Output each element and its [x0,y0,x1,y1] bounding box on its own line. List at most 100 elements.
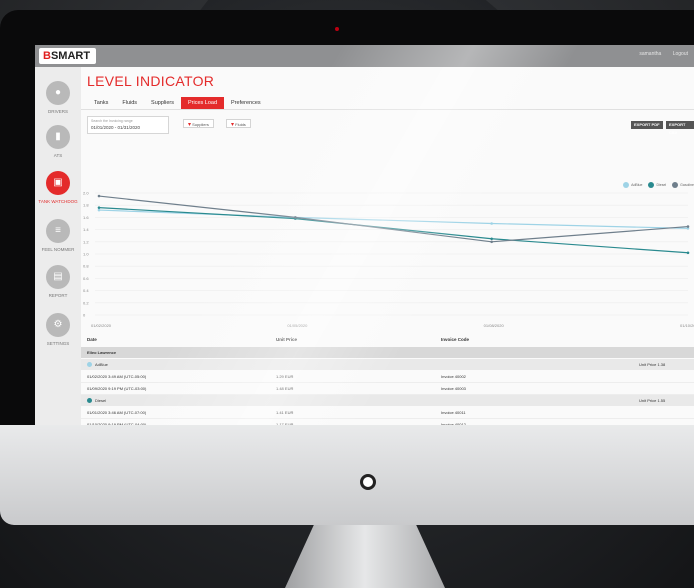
data-point[interactable] [490,237,493,241]
date-cell: 01/02/2020 3:49 AM (UTC-05:00) [87,374,147,379]
top-bar: BSMART samantha Logout [35,45,694,67]
date-cell: 01/01/2020 3:46 AM (UTC-07:00) [87,410,147,415]
filter-suppliers[interactable]: ▾ Suppliers [183,119,214,128]
series-line-diesel[interactable] [98,207,689,254]
driver-icon: ● [46,81,70,105]
y-tick-label: 1.4 [83,227,89,232]
filter-label: Fluids [235,122,246,127]
y-tick-label: 1.8 [83,203,89,208]
unit-price-cell: 1.41 EUR [276,410,294,415]
filter-label: Suppliers [192,122,209,127]
user-area: samantha Logout [629,51,688,57]
table-row[interactable]: 01/01/2020 3:46 AM (UTC-07:00) 1.41 EUR In… [81,407,694,419]
tab-tanks[interactable]: Tanks [87,97,115,109]
sidebar-item-label: TANK WATCHDOG [38,199,78,204]
data-point[interactable] [490,240,493,244]
export-csv-button[interactable]: EXPORT CSV [666,121,694,135]
sidebar-item-label: ATS [53,153,63,158]
date-range-label: Search the Invoicing range [91,119,133,123]
sidebar-item-feel-nommer[interactable]: ≡ FEEL NOMMER [35,219,81,252]
table-row[interactable]: 01/10/2020 9:19 PM (UTC-04:00) 1.17 EUR In… [81,419,694,425]
tank-icon: ▣ [46,171,70,195]
app-logo[interactable]: BSMART [39,48,97,64]
unit-price-cell: 1.29 EUR [276,374,294,379]
invoice-code-cell: Invoice 40012 [441,422,466,425]
logout-link[interactable]: Logout [673,51,688,57]
y-tick-label: 0 [83,313,86,318]
data-point[interactable] [686,225,690,228]
sidebar-item-settings[interactable]: ⚙ SETTINGS [35,313,81,346]
price-line-chart: 2.0 1.8 1.6 1.4 1.2 1.0 0.8 0.6 0.4 0.2 0 01/02/202… [83,191,694,329]
tab-divider [81,109,694,110]
x-tick-label: 01/05/2020 [287,323,308,328]
y-tick-label: 0.2 [83,300,89,305]
app-screen: BSMART samantha Logout ● DRIVERS ▮ ATS ▣… [35,45,694,425]
date-cell: 01/09/2020 9:19 PM (UTC-03:00) [87,386,147,391]
sidebar-item-ats[interactable]: ▮ ATS [35,125,81,158]
column-header-invoice-code[interactable]: Invoice Code [441,337,469,342]
table-row[interactable]: 01/09/2020 9:19 PM (UTC-03:00) 1.48 EUR In… [81,383,694,395]
export-pdf-button[interactable]: EXPORT PDF [631,121,663,129]
x-tick-label: 01/02/2020 [91,323,112,328]
column-header-date[interactable]: Date [87,337,97,342]
y-tick-label: 1.0 [83,252,89,257]
sidebar-item-drivers[interactable]: ● DRIVERS [35,81,81,114]
filter-fluids[interactable]: ▾ Fluids [226,119,251,128]
y-tick-label: 0.4 [83,288,89,293]
fluid-name: Diesel [87,395,106,406]
series-line-gasoline[interactable] [98,195,689,243]
y-tick-label: 0.8 [83,264,89,269]
data-point[interactable] [97,206,101,209]
data-point[interactable] [97,194,101,198]
data-point[interactable] [686,251,690,255]
unit-price-cell: 1.48 EUR [276,386,294,391]
date-range-value: 01/01/2020 - 01/31/2020 [91,125,141,130]
tab-prices-load[interactable]: Prices Load [180,97,225,109]
monitor-stand [285,525,445,588]
unit-price-cell: 1.17 EUR [276,422,294,425]
supplier-name: Elleo Lawrence [87,350,117,355]
camera-dot [335,27,339,31]
settings-icon: ⚙ [46,313,70,337]
tab-fluids[interactable]: Fluids [115,97,144,109]
tab-bar: Tanks Fluids Suppliers Prices Load Prefe… [87,97,268,109]
fluid-color-icon [87,362,92,368]
y-tick-label: 1.2 [83,239,89,244]
pin-icon: ▾ [231,122,235,128]
user-name[interactable]: samantha [639,51,661,57]
date-cell: 01/10/2020 9:19 PM (UTC-04:00) [87,422,147,425]
logo-prefix: B [43,50,51,62]
fuel-pump-icon: ▮ [46,125,70,149]
data-point[interactable] [97,208,101,212]
table-row[interactable]: 01/02/2020 3:49 AM (UTC-05:00) 1.29 EUR In… [81,371,694,383]
invoice-code-cell: Invoice 40002 [441,374,466,379]
data-point[interactable] [294,216,297,219]
report-icon: ▤ [46,265,70,289]
logo-text: SMART [50,50,91,62]
sidebar-item-label: FEEL NOMMER [41,247,75,252]
fluid-color-icon [87,398,92,404]
invoice-code-cell: Invoice 40011 [441,410,466,415]
data-point[interactable] [490,222,493,225]
date-range-field[interactable]: Search the Invoicing range 01/01/2020 - … [87,116,169,134]
fluid-group-row[interactable]: Diesel Unit Price 1.55 [81,395,694,406]
y-tick-label: 0.6 [83,276,89,281]
monitor-chin [0,425,694,525]
y-tick-label: 1.6 [83,215,89,220]
sidebar-item-report[interactable]: ▤ REPORT [35,265,81,298]
tab-suppliers[interactable]: Suppliers [144,97,181,109]
sidebar-item-label: DRIVERS [47,109,68,114]
supplier-row[interactable]: Elleo Lawrence [81,347,694,358]
column-header-unit-price[interactable]: Unit Price [276,337,297,342]
invoice-code-cell: Invoice 40003 [441,386,466,391]
main-content: LEVEL INDICATOR Tanks Fluids Suppliers P… [81,67,694,425]
list-icon: ≡ [46,219,70,243]
sidebar: ● DRIVERS ▮ ATS ▣ TANK WATCHDOG ≡ FEEL N… [35,67,81,425]
fluid-group-row[interactable]: AdBlue Unit Price 1.38 [81,359,694,370]
sidebar-item-label: SETTINGS [46,341,70,346]
y-tick-label: 2.0 [83,191,89,196]
fluid-name: AdBlue [87,359,108,370]
tab-preferences[interactable]: Preferences [224,97,268,109]
x-tick-label: 01/08/2020 [484,323,505,328]
sidebar-item-tank-watchdog[interactable]: ▣ TANK WATCHDOG [35,171,81,204]
